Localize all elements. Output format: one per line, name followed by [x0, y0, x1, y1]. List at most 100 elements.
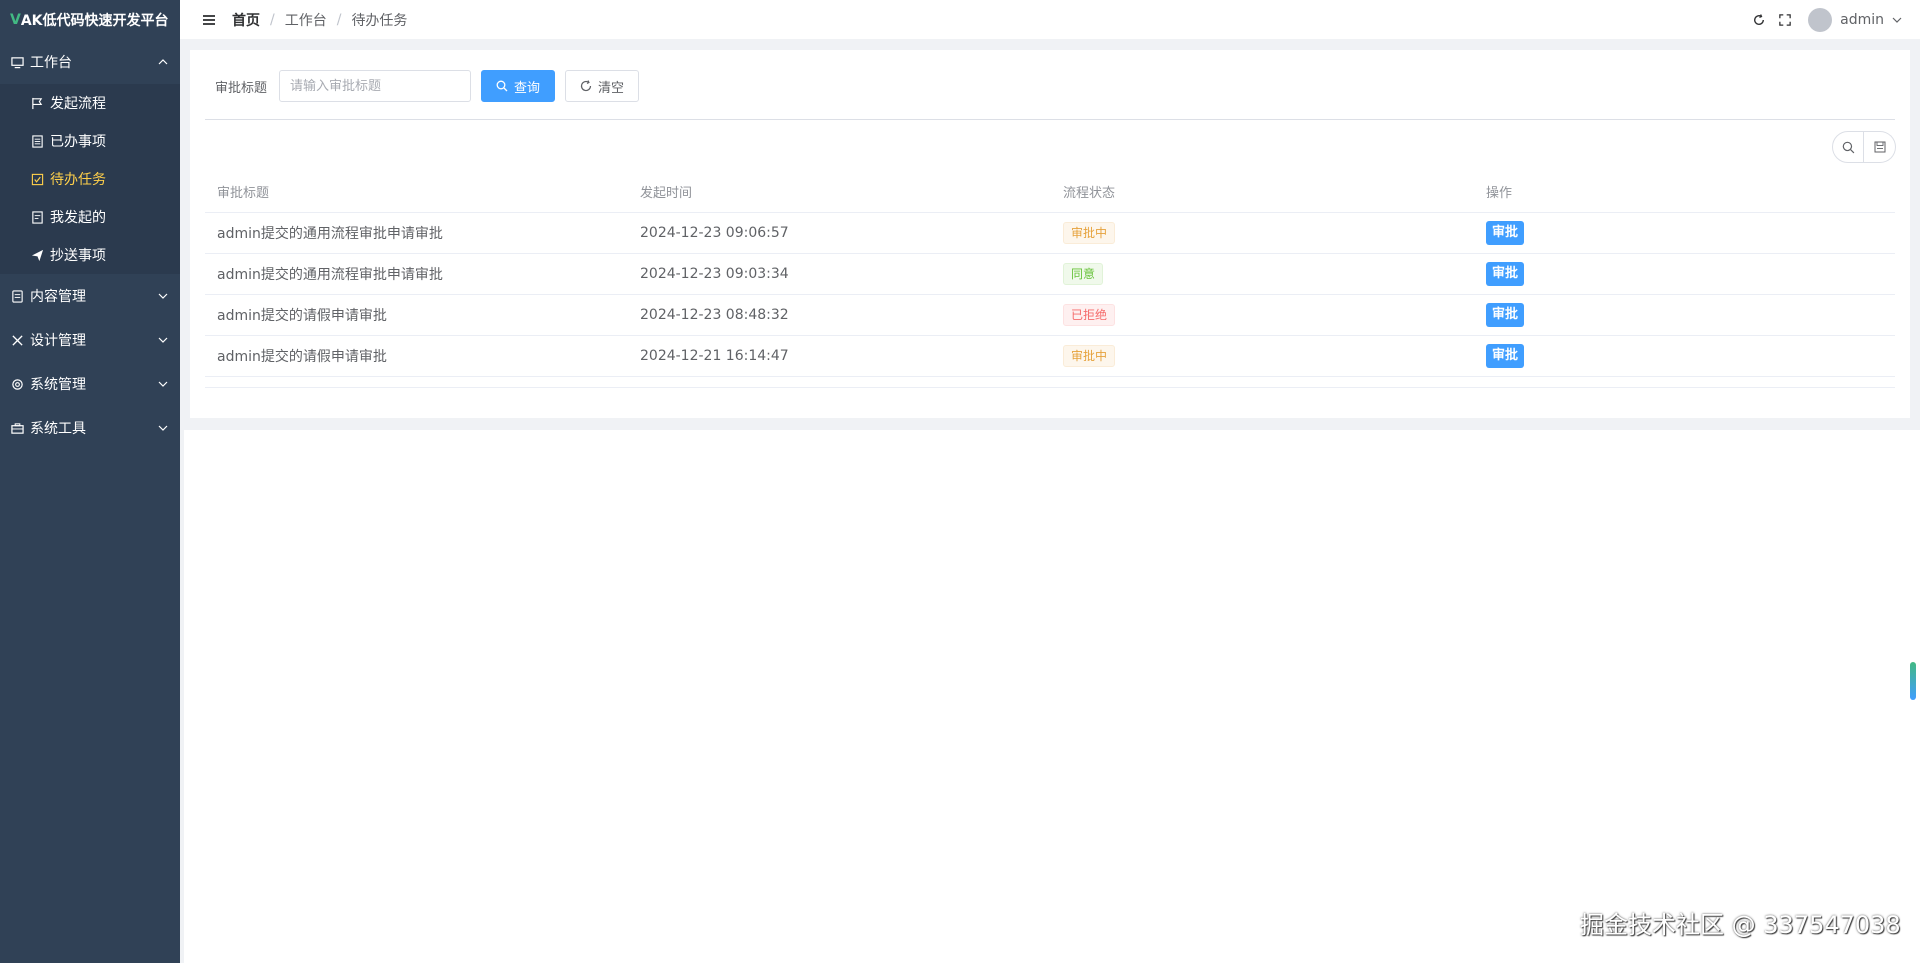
chevron-up-icon	[158, 57, 168, 67]
menu-group-label: 设计管理	[30, 333, 86, 349]
task-time: 2024-12-23 09:06:57	[628, 212, 1051, 254]
status-cell: 审批中	[1051, 335, 1474, 377]
table-row: admin提交的请假申请审批 2024-12-21 16:14:47 审批中 审…	[205, 335, 1895, 377]
query-button-label: 查询	[514, 80, 541, 96]
breadcrumb: 首页 / 工作台 / 待办任务	[232, 10, 407, 30]
sidebar-item-label: 发起流程	[50, 96, 106, 112]
table-toolbar	[1832, 131, 1896, 163]
sidebar-item-cc[interactable]: 抄送事项	[0, 236, 180, 274]
app-logo[interactable]: V AK低代码快速开发平台	[0, 0, 180, 40]
monitor-icon	[10, 55, 24, 69]
menu-group-content[interactable]: 内容管理	[0, 274, 180, 318]
sidebar-item-start-process[interactable]: 发起流程	[0, 84, 180, 122]
refresh-icon	[580, 80, 592, 92]
divider	[205, 119, 1895, 120]
menu-group-label: 工作台	[30, 55, 72, 71]
table-row: admin提交的通用流程审批申请审批 2024-12-23 09:03:34 同…	[205, 253, 1895, 295]
task-title: admin提交的请假申请审批	[205, 335, 628, 377]
avatar[interactable]	[1808, 7, 1833, 32]
toggle-search-button[interactable]	[1832, 131, 1864, 163]
user-name[interactable]: admin	[1840, 12, 1884, 28]
action-cell: 审批	[1474, 335, 1895, 377]
column-header: 流程状态	[1051, 172, 1474, 213]
chevron-down-icon	[158, 423, 168, 433]
tools-icon	[10, 333, 24, 347]
approve-button[interactable]: 审批	[1486, 220, 1525, 245]
chevron-down-icon[interactable]	[1890, 13, 1904, 27]
app-title: AK低代码快速开发平台	[20, 13, 169, 29]
sidebar-item-label: 已办事项	[50, 134, 106, 150]
fullscreen-icon[interactable]	[1778, 13, 1792, 27]
menu-group-design[interactable]: 设计管理	[0, 318, 180, 362]
list-icon	[30, 134, 44, 148]
top-header: 首页 / 工作台 / 待办任务 admin	[180, 0, 1920, 40]
status-badge: 审批中	[1063, 221, 1116, 244]
menu-group-workbench[interactable]: 工作台	[0, 40, 180, 84]
breadcrumb-separator: /	[270, 11, 275, 28]
send-icon	[30, 248, 44, 262]
sidebar-item-label: 我发起的	[50, 210, 106, 226]
chevron-down-icon	[158, 335, 168, 345]
clear-button[interactable]: 清空	[565, 70, 640, 102]
sidebar: V AK低代码快速开发平台 工作台 发起流程 已办事项 待办任务 我发起的 抄送…	[0, 0, 180, 963]
logo-mark: V	[10, 12, 21, 28]
task-time: 2024-12-23 09:03:34	[628, 253, 1051, 295]
status-cell: 已拒绝	[1051, 294, 1474, 336]
chevron-down-icon	[158, 379, 168, 389]
scroll-indicator[interactable]	[1910, 662, 1916, 700]
approve-button[interactable]: 审批	[1486, 261, 1525, 286]
save-icon	[1874, 141, 1885, 153]
action-cell: 审批	[1474, 294, 1895, 336]
task-time: 2024-12-21 16:14:47	[628, 335, 1051, 377]
column-header: 发起时间	[628, 172, 1051, 213]
task-title: admin提交的通用流程审批申请审批	[205, 253, 628, 295]
search-label: 审批标题	[215, 80, 268, 96]
column-header: 操作	[1474, 172, 1895, 213]
export-button[interactable]	[1864, 131, 1896, 163]
task-time: 2024-12-23 08:48:32	[628, 294, 1051, 336]
table-header-row: 审批标题 发起时间 流程状态 操作	[205, 172, 1895, 213]
search-form: 审批标题 查询 清空	[215, 70, 640, 102]
action-cell: 审批	[1474, 212, 1895, 254]
header-actions: admin	[1740, 7, 1904, 32]
task-title: admin提交的通用流程审批申请审批	[205, 212, 628, 254]
sidebar-item-label: 待办任务	[50, 172, 106, 188]
breadcrumb-separator: /	[336, 11, 342, 28]
breadcrumb-home[interactable]: 首页	[232, 10, 260, 30]
doc-icon	[30, 210, 44, 224]
submenu-workbench: 发起流程 已办事项 待办任务 我发起的 抄送事项	[0, 84, 180, 274]
table-row: admin提交的通用流程审批申请审批 2024-12-23 09:06:57 审…	[205, 212, 1895, 254]
status-cell: 审批中	[1051, 212, 1474, 254]
gear-icon	[10, 377, 24, 391]
sidebar-item-todo[interactable]: 待办任务	[0, 160, 180, 198]
status-badge: 已拒绝	[1063, 303, 1116, 326]
approve-button[interactable]: 审批	[1486, 302, 1525, 327]
menu-group-label: 系统工具	[30, 421, 86, 437]
menu-group-label: 系统管理	[30, 377, 86, 393]
approve-button[interactable]: 审批	[1486, 343, 1525, 368]
column-header: 审批标题	[205, 172, 628, 213]
menu-group-tools[interactable]: 系统工具	[0, 406, 180, 450]
menu-group-label: 内容管理	[30, 289, 86, 305]
task-title: admin提交的请假申请审批	[205, 294, 628, 336]
search-icon	[1842, 141, 1854, 153]
clear-button-label: 清空	[598, 80, 625, 96]
chevron-down-icon	[158, 291, 168, 301]
table-row: admin提交的请假申请审批 2024-12-23 08:48:32 已拒绝 审…	[205, 294, 1895, 336]
status-badge: 同意	[1063, 262, 1104, 285]
table-bottom-border	[205, 387, 1895, 388]
refresh-icon[interactable]	[1752, 13, 1766, 27]
breadcrumb-current: 待办任务	[351, 12, 408, 29]
checkbox-icon	[30, 172, 44, 186]
query-button[interactable]: 查询	[481, 70, 556, 102]
menu-group-system[interactable]: 系统管理	[0, 362, 180, 406]
breadcrumb-workbench[interactable]: 工作台	[285, 10, 327, 30]
sidebar-item-my-initiated[interactable]: 我发起的	[0, 198, 180, 236]
flag-icon	[30, 96, 44, 110]
sidebar-item-done[interactable]: 已办事项	[0, 122, 180, 160]
watermark: 掘金技术社区 @ 337547038	[1580, 911, 1901, 939]
hamburger-icon[interactable]	[202, 13, 216, 27]
search-icon	[496, 80, 508, 92]
content-edge	[180, 430, 184, 963]
search-input[interactable]	[279, 70, 472, 102]
